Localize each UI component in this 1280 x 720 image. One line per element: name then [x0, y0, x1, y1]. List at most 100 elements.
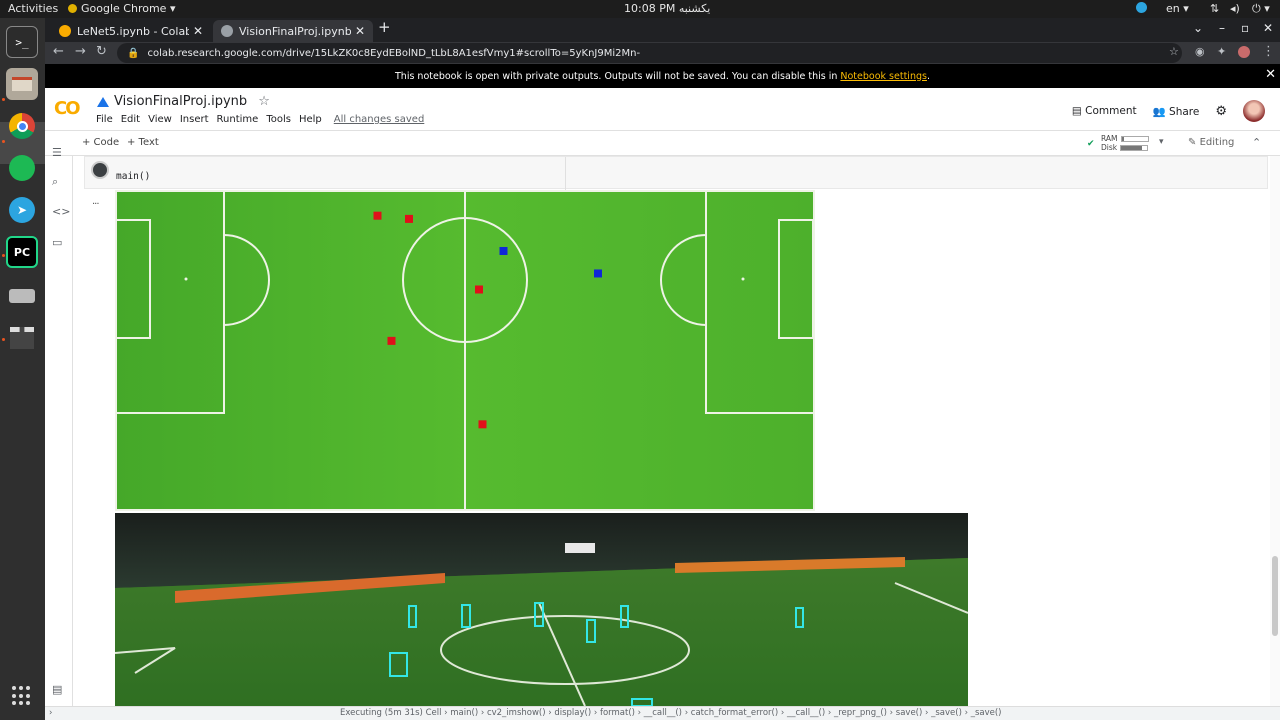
profile-avatar-icon[interactable] — [1238, 46, 1250, 58]
close-window-icon[interactable]: ✕ — [1263, 21, 1273, 35]
browser-toolbar: ← → ↻ 🔒 colab.research.google.com/drive/… — [45, 42, 1280, 64]
video-editor-icon[interactable] — [6, 322, 38, 354]
reload-icon[interactable]: ↻ — [96, 44, 107, 59]
language-indicator[interactable]: en ▾ — [1166, 2, 1189, 15]
red-player-marker — [478, 420, 487, 429]
share-label: Share — [1169, 105, 1200, 118]
minimize-icon[interactable]: – — [1219, 21, 1225, 35]
notebook-scrollbar[interactable] — [1270, 156, 1280, 706]
notebook-title[interactable]: VisionFinalProj.ipynb — [114, 94, 247, 109]
output-actions-menu[interactable]: ... — [92, 196, 99, 207]
chevron-down-icon[interactable]: ▾ — [1159, 137, 1164, 147]
volume-icon[interactable]: ◂) — [1230, 2, 1240, 15]
colab-logo[interactable]: CO — [54, 98, 80, 119]
ubuntu-dock: >_ ➤ PC — [0, 18, 45, 720]
menu-file[interactable]: File — [92, 114, 117, 125]
loading-favicon-icon — [221, 25, 233, 37]
save-status[interactable]: All changes saved — [330, 114, 429, 125]
share-button[interactable]: 👥 Share — [1153, 105, 1200, 118]
execution-status-text: Executing (5m 31s) Cell › main() › cv2_i… — [340, 708, 1002, 718]
power-icon[interactable]: ⏻ ▾ — [1252, 2, 1270, 16]
puzzle-icon[interactable]: ✦ — [1217, 45, 1226, 58]
penalty-spot-left — [184, 277, 188, 281]
chrome-dock-icon[interactable] — [6, 110, 38, 142]
star-icon[interactable]: ☆ — [258, 94, 270, 109]
activities-button[interactable]: Activities — [8, 2, 58, 15]
insert-code-button[interactable]: + Code — [82, 137, 119, 148]
ram-meter-fill — [1121, 137, 1125, 141]
back-icon[interactable]: ← — [53, 44, 64, 59]
expand-status-icon[interactable]: › — [49, 708, 52, 718]
comment-icon: ▤ — [1071, 105, 1082, 117]
tab-search-icon[interactable]: ⌄ — [1193, 21, 1203, 35]
menu-bar: File Edit View Insert Runtime Tools Help… — [92, 114, 428, 125]
files-icon[interactable] — [6, 68, 38, 100]
comment-button[interactable]: ▤ Comment — [1072, 105, 1137, 117]
resource-meter[interactable]: RAM Disk — [1101, 134, 1149, 152]
spotify-icon[interactable] — [6, 152, 38, 184]
menu-insert[interactable]: Insert — [176, 114, 213, 125]
running-indicator — [2, 254, 5, 257]
pitch-top-view-image — [115, 190, 815, 511]
bookmark-star-icon[interactable]: ☆ — [1169, 45, 1179, 58]
menu-edit[interactable]: Edit — [117, 114, 144, 125]
search-icon[interactable]: ⌕ — [52, 175, 58, 189]
editor-divider — [565, 157, 566, 190]
lock-icon: 🔒 — [127, 47, 140, 59]
new-tab-button[interactable]: + — [378, 18, 391, 36]
menu-runtime[interactable]: Runtime — [213, 114, 263, 125]
account-avatar[interactable] — [1243, 100, 1265, 122]
show-applications-icon[interactable] — [12, 686, 32, 706]
broadcast-frame-image — [115, 513, 968, 706]
chrome-menu-icon[interactable]: ⋮ — [1262, 44, 1275, 59]
code-snippets-icon[interactable]: <> — [52, 205, 70, 218]
editing-mode[interactable]: ✎ Editing — [1188, 137, 1234, 148]
language-label: en — [1166, 2, 1180, 15]
close-icon[interactable]: ✕ — [355, 24, 365, 38]
network-icon[interactable]: ⇅ — [1210, 2, 1219, 15]
blue-player-marker — [594, 269, 602, 278]
pycharm-icon[interactable]: PC — [6, 236, 38, 268]
close-infobar-icon[interactable]: ✕ — [1265, 67, 1276, 82]
infobar-suffix: . — [926, 70, 930, 82]
execution-status-bar: › Executing (5m 31s) Cell › main() › cv2… — [45, 706, 1280, 720]
menu-view[interactable]: View — [144, 114, 176, 125]
notebook-settings-link[interactable]: Notebook settings — [840, 71, 927, 82]
private-outputs-infobar: This notebook is open with private outpu… — [45, 64, 1280, 88]
menu-tools[interactable]: Tools — [262, 114, 295, 125]
collapse-header-icon[interactable]: ⌃ — [1252, 136, 1261, 149]
address-bar[interactable]: 🔒 colab.research.google.com/drive/15LkZK… — [117, 43, 1182, 63]
scrollbar-thumb[interactable] — [1272, 556, 1278, 636]
connected-check-icon: ✔ — [1087, 139, 1095, 149]
share-people-icon: 👥 — [1152, 105, 1166, 118]
run-cell-button[interactable] — [91, 161, 109, 179]
forward-icon[interactable]: → — [75, 44, 86, 59]
notebook-title-row: VisionFinalProj.ipynb ☆ — [97, 94, 270, 109]
telegram-tray-icon[interactable] — [1136, 2, 1147, 16]
extension-icon[interactable]: ◉ — [1195, 45, 1205, 58]
app-name: Google Chrome — [81, 2, 167, 15]
menu-help[interactable]: Help — [295, 114, 326, 125]
code-editor[interactable]: main() — [84, 156, 1268, 190]
browser-tab-strip: LeNet5.ipynb - Colaborato ✕ VisionFinalP… — [45, 18, 1280, 42]
close-icon[interactable]: ✕ — [193, 24, 203, 38]
maximize-icon[interactable]: ▫ — [1241, 21, 1249, 35]
insert-text-button[interactable]: + Text — [127, 137, 159, 148]
tab-visionfinalproj[interactable]: VisionFinalProj.ipynb - Co ✕ — [213, 20, 373, 42]
files-folder-icon[interactable]: ▭ — [52, 236, 62, 249]
editing-label: Editing — [1199, 137, 1235, 148]
red-player-marker — [475, 285, 483, 294]
ram-meter — [1120, 136, 1149, 142]
terminal-icon[interactable]: >_ — [6, 26, 38, 58]
terminal-rail-icon[interactable]: ▤ — [52, 683, 62, 696]
clock[interactable]: 10:08 PM یکشنبه — [624, 2, 710, 15]
tab-lenet5[interactable]: LeNet5.ipynb - Colaborato ✕ — [51, 20, 211, 42]
header-actions: ▤ Comment 👥 Share ⚙ — [1072, 100, 1265, 122]
table-of-contents-icon[interactable]: ☰ — [52, 146, 62, 159]
scanner-icon[interactable] — [6, 280, 38, 312]
drive-icon — [97, 96, 109, 107]
app-menu[interactable]: Google Chrome ▾ — [68, 2, 175, 15]
ram-label: RAM — [1101, 134, 1118, 143]
telegram-icon[interactable]: ➤ — [6, 194, 38, 226]
settings-gear-icon[interactable]: ⚙ — [1215, 104, 1227, 119]
